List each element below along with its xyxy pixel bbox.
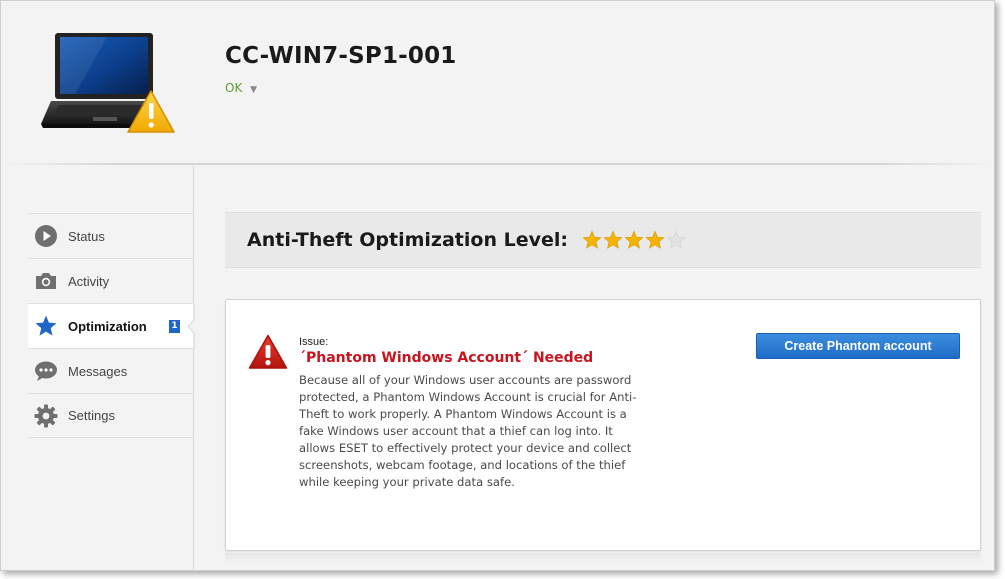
sidebar-item-messages[interactable]: Messages — [28, 348, 194, 393]
chevron-down-icon: ▼ — [250, 85, 258, 95]
sidebar-item-status[interactable]: Status — [28, 213, 194, 258]
sidebar-item-activity[interactable]: Activity — [28, 258, 194, 303]
sidebar-item-label: Optimization — [68, 318, 147, 334]
laptop-warning-icon — [41, 33, 175, 133]
notification-badge: 1 — [169, 320, 180, 333]
issue-label: Issue: — [299, 336, 329, 348]
issue-description: Because all of your Windows user account… — [299, 373, 637, 489]
sidebar-item-label: Status — [68, 228, 105, 244]
issue-text: Issue: ´Phantom Windows Account´ Needed … — [299, 336, 639, 491]
warning-triangle-icon — [248, 334, 288, 369]
star-filled-icon — [582, 230, 602, 249]
star-empty-icon — [666, 230, 686, 249]
sidebar-nav: Status Activity Optimization 1 Messages … — [28, 213, 200, 438]
optimization-level-bar: Anti-Theft Optimization Level: — [225, 212, 981, 268]
device-name: CC-WIN7-SP1-001 — [225, 43, 457, 69]
device-header: CC-WIN7-SP1-001 OK ▼ — [1, 1, 994, 165]
chat-bubble-icon — [33, 358, 59, 384]
sidebar-item-label: Settings — [68, 408, 115, 423]
issue-card: Issue: ´Phantom Windows Account´ Needed … — [225, 299, 981, 551]
star-filled-icon — [645, 230, 665, 249]
device-status-dropdown[interactable]: OK ▼ — [225, 81, 257, 95]
issue-title: ´Phantom Windows Account´ Needed — [299, 350, 594, 366]
gear-icon — [33, 403, 59, 429]
header-divider — [1, 163, 994, 165]
sidebar: Status Activity Optimization 1 Messages … — [1, 166, 200, 570]
star-icon — [33, 313, 59, 339]
app-window: CC-WIN7-SP1-001 OK ▼ Status Activity Opt… — [0, 0, 995, 571]
rating-stars — [582, 230, 686, 250]
play-circle-icon — [33, 223, 59, 249]
sidebar-item-label: Messages — [68, 363, 128, 379]
device-status: OK — [225, 81, 243, 95]
camera-icon — [33, 268, 59, 294]
sidebar-item-optimization[interactable]: Optimization 1 — [28, 303, 200, 349]
main-content: Anti-Theft Optimization Level: Issue: ´P… — [195, 166, 994, 570]
optimization-level-title: Anti-Theft Optimization Level: — [247, 229, 568, 251]
create-phantom-account-button[interactable]: Create Phantom account — [756, 333, 960, 359]
card-shadow — [225, 553, 981, 563]
star-filled-icon — [603, 230, 623, 249]
star-filled-icon — [624, 230, 644, 249]
sidebar-item-settings[interactable]: Settings — [28, 393, 194, 438]
sidebar-item-label: Activity — [68, 273, 110, 289]
